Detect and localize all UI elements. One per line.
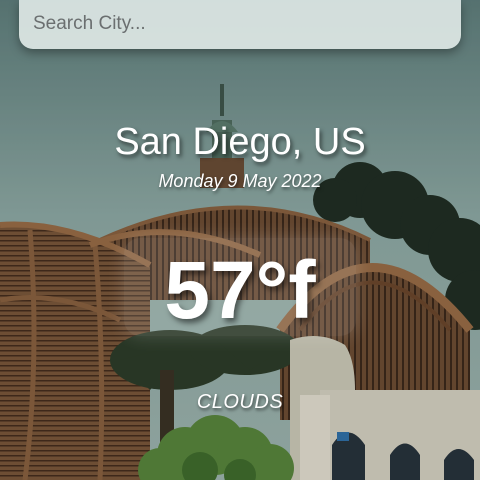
- weather-condition: CLOUDS: [196, 391, 284, 413]
- location-title: San Diego, US: [114, 121, 366, 163]
- temperature-value: 57°f: [164, 245, 316, 336]
- search-bar[interactable]: [19, 0, 461, 49]
- current-date: Monday 9 May 2022: [158, 171, 322, 191]
- search-input[interactable]: [31, 8, 445, 40]
